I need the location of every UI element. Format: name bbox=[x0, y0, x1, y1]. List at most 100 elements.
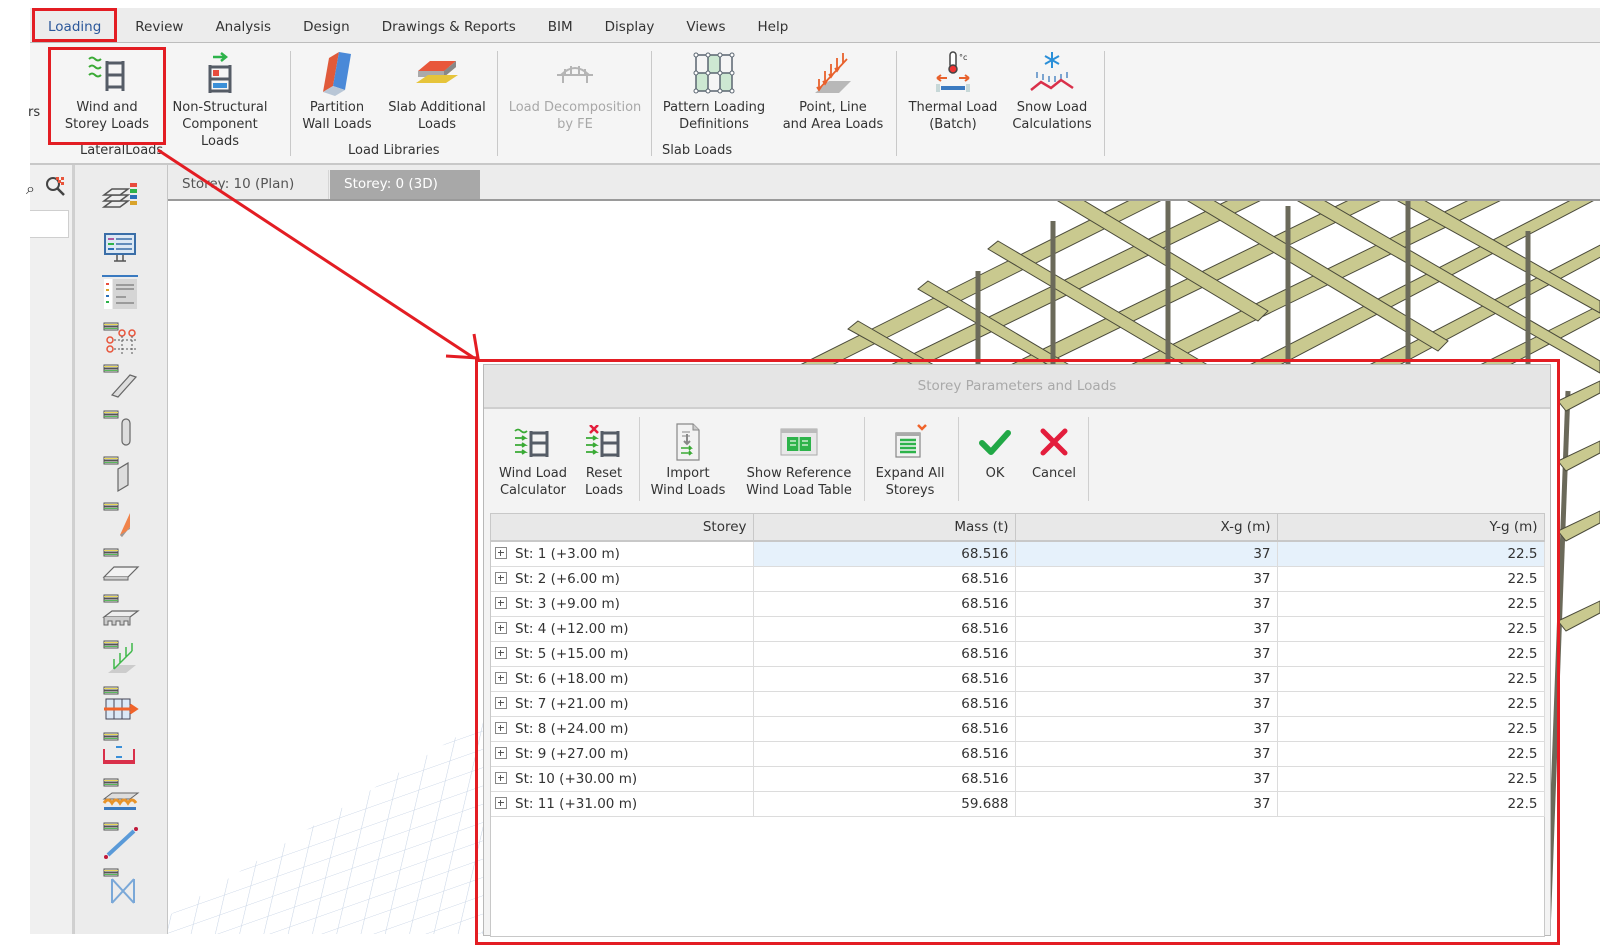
wind-storey-loads-button[interactable]: Wind and Storey Loads bbox=[54, 47, 160, 133]
table-row[interactable]: St: 4 (+12.00 m) 68.516 37 22.5 bbox=[491, 616, 1545, 642]
table-row[interactable]: St: 8 (+24.00 m) 68.516 37 22.5 bbox=[491, 716, 1545, 742]
expand-icon[interactable] bbox=[495, 772, 507, 784]
table-row[interactable]: St: 3 (+9.00 m) 68.516 37 22.5 bbox=[491, 591, 1545, 617]
list-panel-icon[interactable] bbox=[97, 269, 143, 313]
grid-axes-icon[interactable] bbox=[97, 313, 143, 357]
raft-foundation-icon[interactable] bbox=[97, 773, 143, 817]
storey-cell[interactable]: St: 5 (+15.00 m) bbox=[491, 641, 754, 667]
xg-cell[interactable]: 37 bbox=[1015, 591, 1278, 617]
tab-storey-0-3d[interactable]: Storey: 0 (3D) ✕ bbox=[330, 170, 480, 221]
opening-icon[interactable] bbox=[97, 727, 143, 771]
partition-wall-loads-button[interactable]: Partition Wall Loads bbox=[300, 47, 374, 133]
expand-all-storeys-button[interactable]: Expand All Storeys bbox=[870, 419, 950, 499]
import-wind-loads-button[interactable]: Import Wind Loads bbox=[648, 419, 728, 499]
yg-cell[interactable]: 22.5 bbox=[1277, 616, 1545, 642]
menu-tab-display[interactable]: Display bbox=[589, 8, 671, 42]
monitor-settings-icon[interactable] bbox=[97, 225, 143, 269]
point-line-area-loads-button[interactable]: Point, Line and Area Loads bbox=[778, 47, 888, 133]
xg-cell[interactable]: 37 bbox=[1015, 791, 1278, 817]
mass-cell[interactable]: 68.516 bbox=[753, 766, 1016, 792]
menu-tab-help[interactable]: Help bbox=[742, 8, 805, 42]
column-header-storey[interactable]: Storey bbox=[491, 514, 754, 542]
column-header-mass[interactable]: Mass (t) bbox=[753, 514, 1016, 542]
foundation-load-icon[interactable] bbox=[97, 635, 143, 679]
xg-cell[interactable]: 37 bbox=[1015, 541, 1278, 567]
menu-tab-bim[interactable]: BIM bbox=[532, 8, 589, 42]
expand-icon[interactable] bbox=[495, 622, 507, 634]
zoom-window-icon[interactable] bbox=[44, 175, 68, 203]
menu-tab-analysis[interactable]: Analysis bbox=[199, 8, 287, 42]
mass-cell[interactable]: 68.516 bbox=[753, 541, 1016, 567]
expand-icon[interactable] bbox=[495, 722, 507, 734]
tab-storey-10-plan[interactable]: Storey: 10 (Plan) bbox=[168, 170, 329, 199]
storey-cell[interactable]: St: 4 (+12.00 m) bbox=[491, 616, 754, 642]
table-row[interactable]: St: 5 (+15.00 m) 68.516 37 22.5 bbox=[491, 641, 1545, 667]
brace-icon[interactable] bbox=[97, 817, 143, 861]
expand-icon[interactable] bbox=[495, 547, 507, 559]
xg-cell[interactable]: 37 bbox=[1015, 691, 1278, 717]
table-row[interactable]: St: 1 (+3.00 m) 68.516 37 22.5 bbox=[491, 541, 1545, 567]
zoom-icon[interactable]: ⌕ bbox=[26, 179, 35, 199]
xg-cell[interactable]: 37 bbox=[1015, 716, 1278, 742]
mass-cell[interactable]: 68.516 bbox=[753, 716, 1016, 742]
xg-cell[interactable]: 37 bbox=[1015, 666, 1278, 692]
non-structural-loads-button[interactable]: Non-Structural Component Loads bbox=[162, 47, 278, 150]
mass-cell[interactable]: 68.516 bbox=[753, 591, 1016, 617]
slab-additional-loads-button[interactable]: Slab Additional Loads bbox=[384, 47, 490, 133]
storey-layers-icon[interactable] bbox=[97, 177, 143, 221]
slab-icon[interactable] bbox=[97, 543, 143, 587]
storey-cell[interactable]: St: 9 (+27.00 m) bbox=[491, 741, 754, 767]
xg-cell[interactable]: 37 bbox=[1015, 641, 1278, 667]
yg-cell[interactable]: 22.5 bbox=[1277, 716, 1545, 742]
yg-cell[interactable]: 22.5 bbox=[1277, 591, 1545, 617]
expand-icon[interactable] bbox=[495, 697, 507, 709]
yg-cell[interactable]: 22.5 bbox=[1277, 566, 1545, 592]
menu-tab-loading[interactable]: Loading bbox=[32, 8, 118, 42]
mass-cell[interactable]: 68.516 bbox=[753, 641, 1016, 667]
lateral-grid-icon[interactable] bbox=[97, 681, 143, 725]
ribbon-cut-label[interactable]: rs bbox=[28, 104, 40, 121]
table-row[interactable]: St: 10 (+30.00 m) 68.516 37 22.5 bbox=[491, 766, 1545, 792]
beam-icon[interactable] bbox=[97, 359, 143, 403]
mass-cell[interactable]: 68.516 bbox=[753, 741, 1016, 767]
table-row[interactable]: St: 9 (+27.00 m) 68.516 37 22.5 bbox=[491, 741, 1545, 767]
expand-icon[interactable] bbox=[495, 672, 507, 684]
expand-icon[interactable] bbox=[495, 797, 507, 809]
column-icon[interactable] bbox=[97, 405, 143, 449]
menu-tab-design[interactable]: Design bbox=[287, 8, 366, 42]
mass-cell[interactable]: 68.516 bbox=[753, 666, 1016, 692]
shear-wall-icon[interactable] bbox=[97, 451, 143, 495]
menu-tab-drawings-reports[interactable]: Drawings & Reports bbox=[366, 8, 532, 42]
yg-cell[interactable]: 22.5 bbox=[1277, 791, 1545, 817]
yg-cell[interactable]: 22.5 bbox=[1277, 641, 1545, 667]
storey-cell[interactable]: St: 7 (+21.00 m) bbox=[491, 691, 754, 717]
reset-loads-button[interactable]: Reset Loads bbox=[576, 419, 632, 499]
mass-cell[interactable]: 68.516 bbox=[753, 566, 1016, 592]
yg-cell[interactable]: 22.5 bbox=[1277, 766, 1545, 792]
yg-cell[interactable]: 22.5 bbox=[1277, 741, 1545, 767]
expand-icon[interactable] bbox=[495, 572, 507, 584]
mass-cell[interactable]: 68.516 bbox=[753, 616, 1016, 642]
table-row[interactable]: St: 6 (+18.00 m) 68.516 37 22.5 bbox=[491, 666, 1545, 692]
table-row[interactable]: St: 2 (+6.00 m) 68.516 37 22.5 bbox=[491, 566, 1545, 592]
storey-cell[interactable]: St: 11 (+31.00 m) bbox=[491, 791, 754, 817]
yg-cell[interactable]: 22.5 bbox=[1277, 541, 1545, 567]
table-row[interactable]: St: 7 (+21.00 m) 68.516 37 22.5 bbox=[491, 691, 1545, 717]
cancel-button[interactable]: Cancel bbox=[1026, 419, 1082, 482]
left-panel-input[interactable] bbox=[30, 210, 69, 238]
storey-cell[interactable]: St: 6 (+18.00 m) bbox=[491, 666, 754, 692]
menu-tab-review[interactable]: Review bbox=[119, 8, 199, 42]
storey-cell[interactable]: St: 3 (+9.00 m) bbox=[491, 591, 754, 617]
wall-load-icon[interactable] bbox=[97, 497, 143, 541]
yg-cell[interactable]: 22.5 bbox=[1277, 666, 1545, 692]
load-decomposition-button[interactable]: Load Decomposition by FE bbox=[504, 47, 646, 133]
mass-cell[interactable]: 59.688 bbox=[753, 791, 1016, 817]
storey-cell[interactable]: St: 10 (+30.00 m) bbox=[491, 766, 754, 792]
pattern-loading-button[interactable]: Pattern Loading Definitions bbox=[658, 47, 770, 133]
xg-cell[interactable]: 37 bbox=[1015, 616, 1278, 642]
xg-cell[interactable]: 37 bbox=[1015, 766, 1278, 792]
storey-cell[interactable]: St: 2 (+6.00 m) bbox=[491, 566, 754, 592]
wind-load-calculator-button[interactable]: Wind Load Calculator bbox=[494, 419, 572, 499]
snow-load-button[interactable]: Snow Load Calculations bbox=[1006, 47, 1098, 133]
expand-icon[interactable] bbox=[495, 747, 507, 759]
